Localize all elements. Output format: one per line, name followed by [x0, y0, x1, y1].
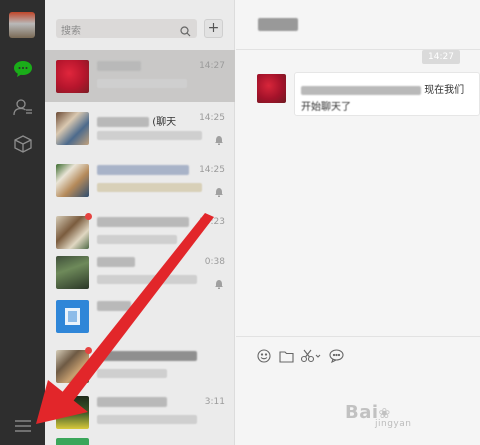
conversation-avatar — [56, 60, 89, 93]
emoji-icon[interactable] — [256, 348, 272, 364]
conversation-time: 14:23 — [199, 217, 225, 227]
unread-badge — [85, 213, 92, 220]
conversation-preview — [97, 275, 197, 284]
conversation-name — [97, 217, 189, 228]
conversation-item[interactable] — [45, 290, 235, 342]
watermark-subtext: jingyan — [375, 419, 412, 429]
chat-header — [236, 0, 480, 50]
unread-badge — [85, 347, 92, 354]
screenshot-icon[interactable] — [300, 348, 322, 364]
conversation-avatar — [56, 438, 89, 445]
conversation-name-text: (聊天 — [152, 117, 177, 128]
conversation-name — [97, 397, 167, 408]
conversation-avatar — [56, 112, 89, 145]
message-bubble-icon[interactable] — [328, 348, 344, 364]
search-input[interactable]: 搜索 — [56, 19, 197, 38]
conversation-item[interactable]: (聊天 14:25 — [45, 102, 235, 154]
menu-icon[interactable] — [14, 418, 32, 432]
mute-icon — [215, 182, 223, 197]
mute-icon — [215, 274, 223, 289]
conversation-name — [97, 351, 197, 362]
conversation-preview — [97, 131, 202, 140]
sender-avatar[interactable] — [257, 74, 286, 103]
message-line-1: 现在我们 — [301, 81, 464, 96]
favorites-icon[interactable] — [12, 133, 34, 155]
conversation-name — [97, 165, 189, 176]
conversation-time: 14:25 — [199, 165, 225, 175]
conversation-item[interactable] — [45, 340, 235, 392]
chat-title — [258, 17, 298, 32]
conversation-preview — [97, 415, 197, 424]
conversation-name: (聊天 — [97, 113, 176, 128]
conversation-avatar — [56, 300, 89, 333]
message-bubble[interactable]: 现在我们 开始聊天了 — [294, 72, 480, 116]
add-chat-button[interactable]: + — [204, 19, 223, 38]
message-text-2: 开始聊天了 — [301, 102, 351, 113]
search-placeholder: 搜索 — [61, 26, 81, 37]
conversation-avatar — [56, 396, 89, 429]
conversation-name — [97, 301, 131, 312]
conversation-list-panel: 搜索 + 14:27 (聊天 14:25 14:25 14:23 0:38 3:… — [45, 0, 235, 445]
conversation-avatar — [56, 256, 89, 289]
conversation-item[interactable]: 3:11 — [45, 386, 235, 438]
conversation-item[interactable]: 14:25 — [45, 154, 235, 206]
search-icon — [180, 22, 191, 41]
message-line-2: 开始聊天了 — [301, 98, 351, 113]
conversation-time: 3:11 — [204, 397, 225, 407]
conversation-preview — [97, 369, 167, 378]
conversation-preview — [97, 235, 177, 244]
conversation-name — [97, 61, 141, 72]
folder-icon[interactable] — [278, 348, 294, 364]
message-text-1: 现在我们 — [424, 85, 465, 96]
conversation-time: 14:25 — [199, 113, 225, 123]
conversation-avatar — [56, 216, 89, 249]
time-stamp: 14:27 — [422, 50, 460, 64]
watermark-logo: Bai — [345, 402, 379, 423]
compose-toolbar — [256, 348, 344, 364]
watermark: Bai❀ jingyan — [345, 402, 411, 429]
contacts-icon[interactable] — [12, 96, 34, 118]
conversation-time: 0:38 — [204, 257, 225, 267]
chat-icon[interactable] — [12, 58, 34, 80]
nav-rail — [0, 0, 45, 445]
chat-panel: 14:27 现在我们 开始聊天了 — [236, 0, 480, 445]
conversation-item[interactable]: 14:27 — [45, 50, 235, 102]
conversation-avatar — [56, 350, 89, 383]
conversation-avatar — [56, 164, 89, 197]
conversation-preview — [97, 79, 187, 88]
mute-icon — [215, 130, 223, 145]
user-avatar[interactable] — [9, 12, 35, 38]
conversation-name — [97, 257, 135, 268]
conversation-time: 14:27 — [199, 61, 225, 71]
conversation-preview — [97, 183, 202, 192]
